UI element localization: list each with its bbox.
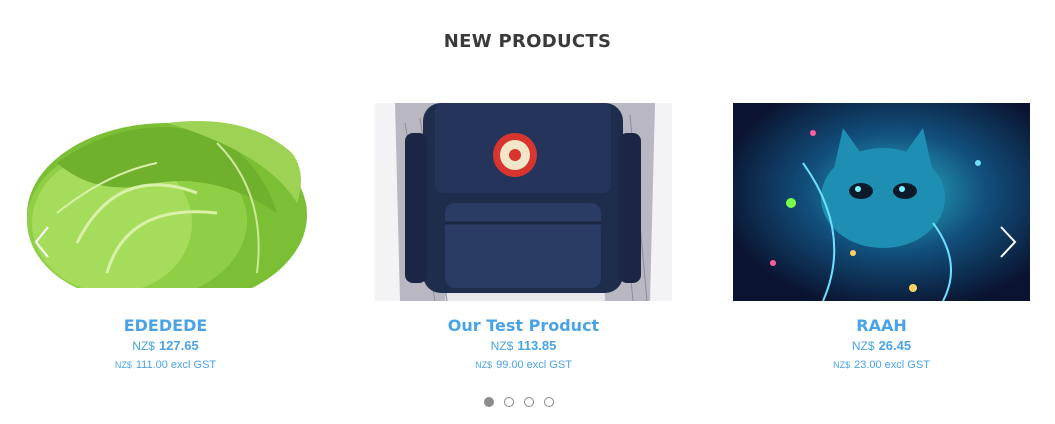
chevron-right-icon bbox=[1000, 226, 1017, 258]
section-title: NEW PRODUCTS bbox=[443, 31, 612, 52]
product-card[interactable]: RAAH NZ$ 26.45 NZ$ 23.00 excl GST bbox=[733, 103, 1030, 371]
price-value: 26.45 bbox=[878, 338, 912, 353]
carousel-dot-4[interactable] bbox=[544, 397, 554, 407]
product-image-cabbage[interactable] bbox=[17, 103, 314, 301]
product-image-kitten[interactable] bbox=[733, 103, 1030, 301]
currency-label: NZ$ bbox=[114, 360, 132, 370]
product-name[interactable]: RAAH bbox=[733, 316, 1030, 335]
chevron-left-icon bbox=[34, 226, 49, 258]
currency-label: NZ$ bbox=[851, 339, 875, 353]
product-card[interactable]: Our Test Product NZ$ 113.85 NZ$ 99.00 excl… bbox=[375, 103, 672, 371]
product-price-excl-gst: NZ$ 23.00 excl GST bbox=[733, 359, 1030, 371]
price-excl-value: 99.00 excl GST bbox=[496, 359, 572, 371]
product-name[interactable]: EDEDEDE bbox=[17, 316, 314, 335]
currency-label: NZ$ bbox=[132, 339, 155, 353]
price-value: 113.85 bbox=[517, 338, 557, 353]
carousel-dot-2[interactable] bbox=[504, 397, 514, 407]
product-price: NZ$ 113.85 bbox=[375, 338, 672, 353]
product-price: NZ$ 26.45 bbox=[733, 338, 1030, 353]
product-image-backpack[interactable] bbox=[375, 103, 672, 301]
carousel-next-button[interactable] bbox=[993, 225, 1023, 259]
price-excl-value: 23.00 excl GST bbox=[854, 359, 930, 371]
product-card[interactable]: EDEDEDE NZ$ 127.65 NZ$ 111.00 excl GST bbox=[17, 103, 314, 371]
currency-label: NZ$ bbox=[833, 360, 851, 370]
product-name[interactable]: Our Test Product bbox=[375, 316, 672, 335]
product-price-excl-gst: NZ$ 99.00 excl GST bbox=[375, 359, 672, 371]
price-excl-value: 111.00 excl GST bbox=[135, 359, 217, 371]
price-value: 127.65 bbox=[158, 338, 199, 353]
carousel-prev-button[interactable] bbox=[28, 225, 58, 259]
currency-label: NZ$ bbox=[490, 339, 514, 353]
carousel-dot-3[interactable] bbox=[524, 397, 534, 407]
product-price: NZ$ 127.65 bbox=[17, 338, 314, 353]
product-price-excl-gst: NZ$ 111.00 excl GST bbox=[17, 359, 314, 371]
carousel-pagination bbox=[484, 397, 554, 407]
currency-label: NZ$ bbox=[475, 360, 493, 370]
carousel-dot-1[interactable] bbox=[484, 397, 494, 407]
